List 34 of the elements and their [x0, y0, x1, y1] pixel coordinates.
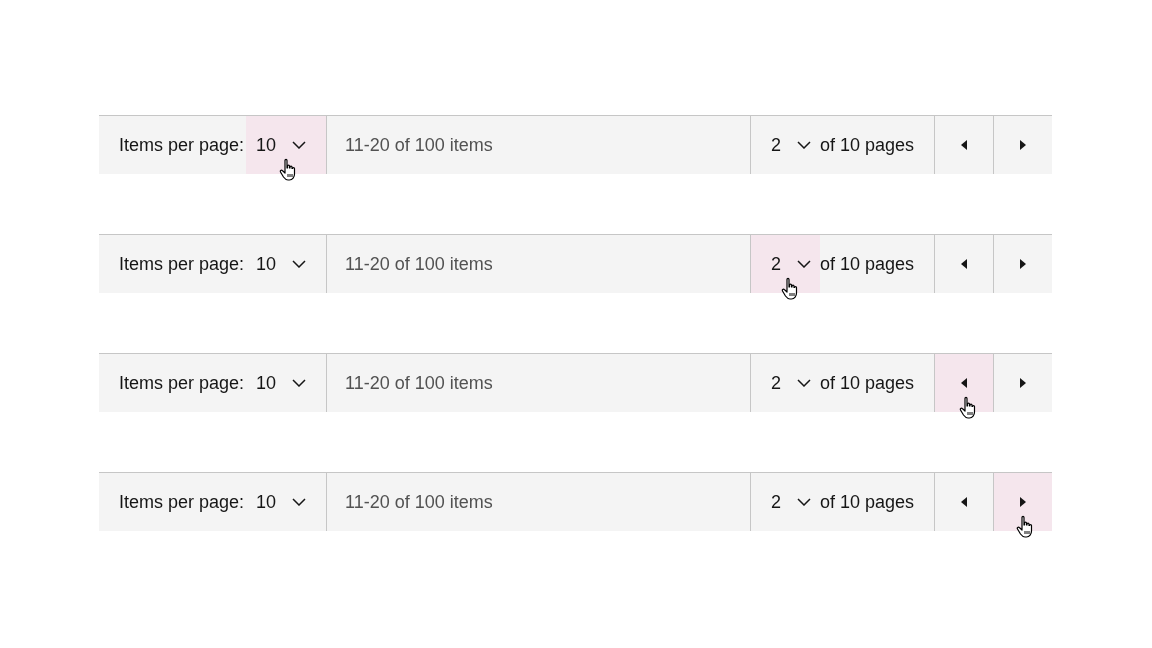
caret-right-icon — [1020, 497, 1026, 507]
chevron-down-icon — [292, 379, 307, 387]
page-select[interactable]: 2 — [750, 116, 820, 174]
caret-right-icon — [1020, 259, 1026, 269]
items-per-page-label: Items per page: — [118, 252, 246, 276]
caret-right-icon — [1020, 140, 1026, 150]
caret-left-icon — [961, 378, 967, 388]
item-range-text: 11-20 of 100 items — [344, 133, 494, 157]
page-total-text: of 10 pages — [820, 133, 916, 157]
items-per-page-label: Items per page: — [118, 371, 246, 395]
chevron-down-icon — [797, 498, 811, 506]
items-per-page-label: Items per page: — [118, 133, 246, 157]
chevron-down-icon — [797, 141, 811, 149]
item-range-text: 11-20 of 100 items — [344, 252, 494, 276]
page-size-select[interactable]: 10 — [246, 235, 328, 293]
caret-left-icon — [961, 497, 967, 507]
chevron-down-icon — [292, 260, 307, 268]
caret-left-icon — [961, 140, 967, 150]
chevron-down-icon — [797, 379, 811, 387]
item-range-text: 11-20 of 100 items — [344, 371, 494, 395]
chevron-down-icon — [292, 498, 307, 506]
page-total-text: of 10 pages — [820, 371, 916, 395]
page-total-text: of 10 pages — [820, 252, 916, 276]
page-select[interactable]: 2 — [750, 354, 820, 412]
items-per-page-label: Items per page: — [118, 490, 246, 514]
caret-left-icon — [961, 259, 967, 269]
item-range-text: 11-20 of 100 items — [344, 490, 494, 514]
chevron-down-icon — [797, 260, 811, 268]
page-select[interactable]: 2 — [750, 473, 820, 531]
caret-right-icon — [1020, 378, 1026, 388]
page-size-select[interactable]: 10 — [246, 354, 328, 412]
chevron-down-icon — [292, 141, 307, 149]
page-size-select[interactable]: 10 — [246, 473, 328, 531]
page-total-text: of 10 pages — [820, 490, 916, 514]
